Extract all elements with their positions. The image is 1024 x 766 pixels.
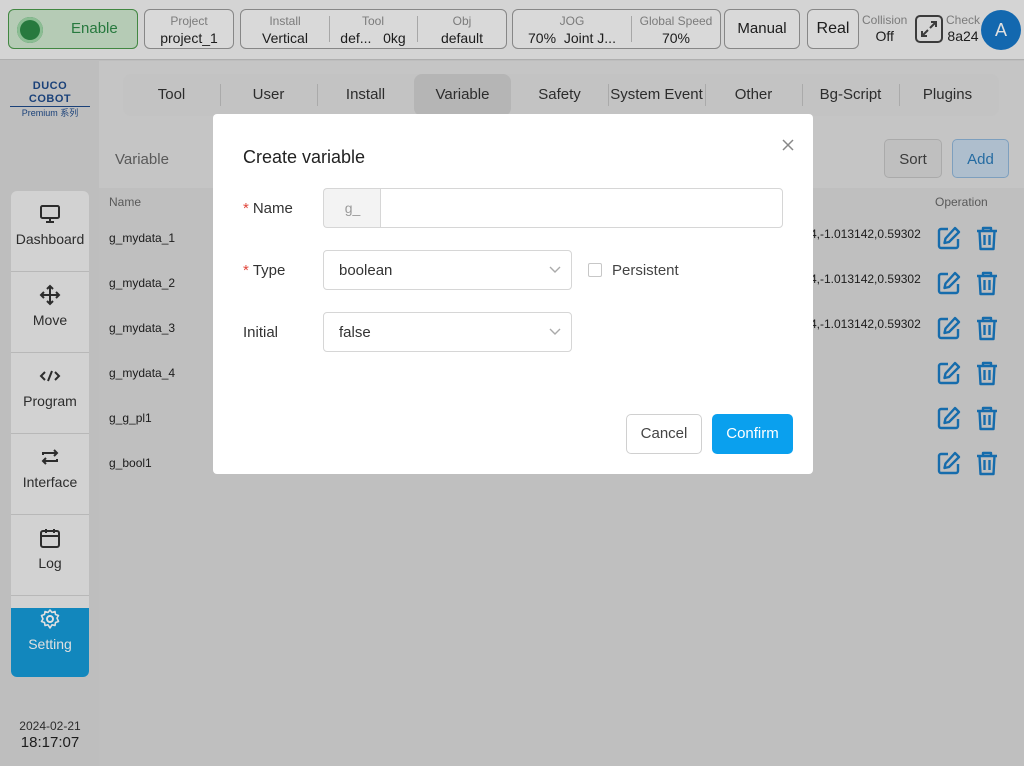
name-prefix: g_ [323,188,381,228]
name-label-text: Name [252,200,293,217]
name-field-label: * Name [243,200,293,217]
create-variable-dialog: Create variable * Name g_ * Type boolean P… [213,114,813,474]
required-mark: * [243,262,249,279]
type-field-label: * Type [243,262,285,279]
required-mark: * [243,200,249,217]
close-icon[interactable] [779,136,797,154]
persistent-label: Persistent [612,262,679,279]
variable-name-input[interactable] [380,188,783,228]
initial-select[interactable]: false [323,312,572,352]
dialog-title: Create variable [243,147,366,167]
confirm-button[interactable]: Confirm [712,414,793,454]
type-select[interactable]: boolean [323,250,572,290]
chevron-down-icon [549,328,561,335]
persistent-checkbox[interactable] [588,263,602,277]
type-label-text: Type [252,262,286,279]
chevron-down-icon [549,266,561,273]
type-selected-value: boolean [339,262,393,279]
cancel-button[interactable]: Cancel [626,414,702,454]
initial-field-label: Initial [243,324,279,341]
initial-selected-value: false [339,324,371,341]
